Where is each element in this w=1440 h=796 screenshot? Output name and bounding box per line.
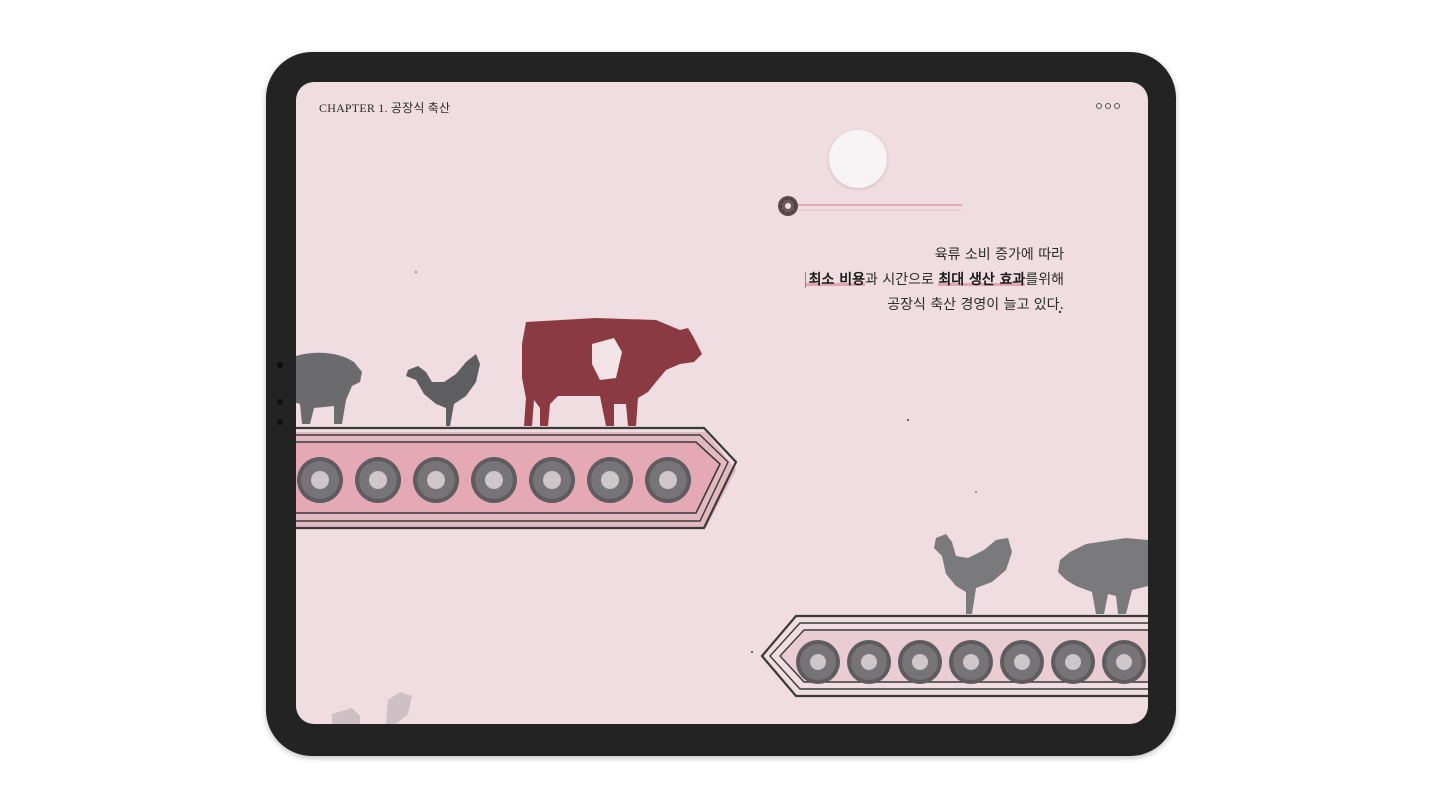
highlight-minimum-cost: 최소 비용 [804, 272, 866, 288]
pig-icon [296, 352, 362, 424]
rooster-icon [406, 354, 480, 426]
sun-circle [829, 130, 887, 188]
pig-icon [1058, 538, 1148, 614]
side-sensor-dot [277, 399, 283, 405]
highlight-maximum-production: 최대 생산 효과 [938, 272, 1026, 288]
menu-dot [1105, 103, 1111, 109]
upper-conveyor-belt [296, 426, 738, 530]
cow-icon [522, 318, 702, 426]
menu-dot [1096, 103, 1102, 109]
tablet-screen: CHAPTER 1. 공장식 축산 육류 소비 증가에 따라 최소 비용과 시간… [296, 82, 1148, 724]
lower-conveyor-belt [760, 614, 1148, 698]
more-dots-icon[interactable] [1094, 101, 1122, 111]
side-sensor-dot [277, 362, 283, 368]
narration-line-3: 공장식 축산 경영이 늘고 있다. [887, 297, 1064, 313]
narration-line-1: 육류 소비 증가에 따라 [934, 247, 1064, 263]
narration-line-2-part1: 과 시간으로 [865, 272, 939, 288]
narration-text: 육류 소비 증가에 따라 최소 비용과 시간으로 최대 생산 효과를위해 공장식… [804, 243, 1064, 318]
chapter-title: CHAPTER 1. 공장식 축산 [319, 101, 451, 115]
side-sensor-dot [277, 419, 283, 425]
timeline-slider[interactable] [778, 196, 962, 216]
slider-handle-gear-icon[interactable] [778, 196, 798, 216]
narration-line-2: 최소 비용과 시간으로 최대 생산 효과를위해 [804, 268, 1064, 293]
menu-dot [1114, 103, 1120, 109]
rooster-icon [934, 534, 1012, 614]
faded-animal-silhouettes [332, 692, 412, 724]
factory-farming-illustration [296, 196, 1148, 724]
narration-line-2-part2: 를위해 [1025, 272, 1064, 288]
